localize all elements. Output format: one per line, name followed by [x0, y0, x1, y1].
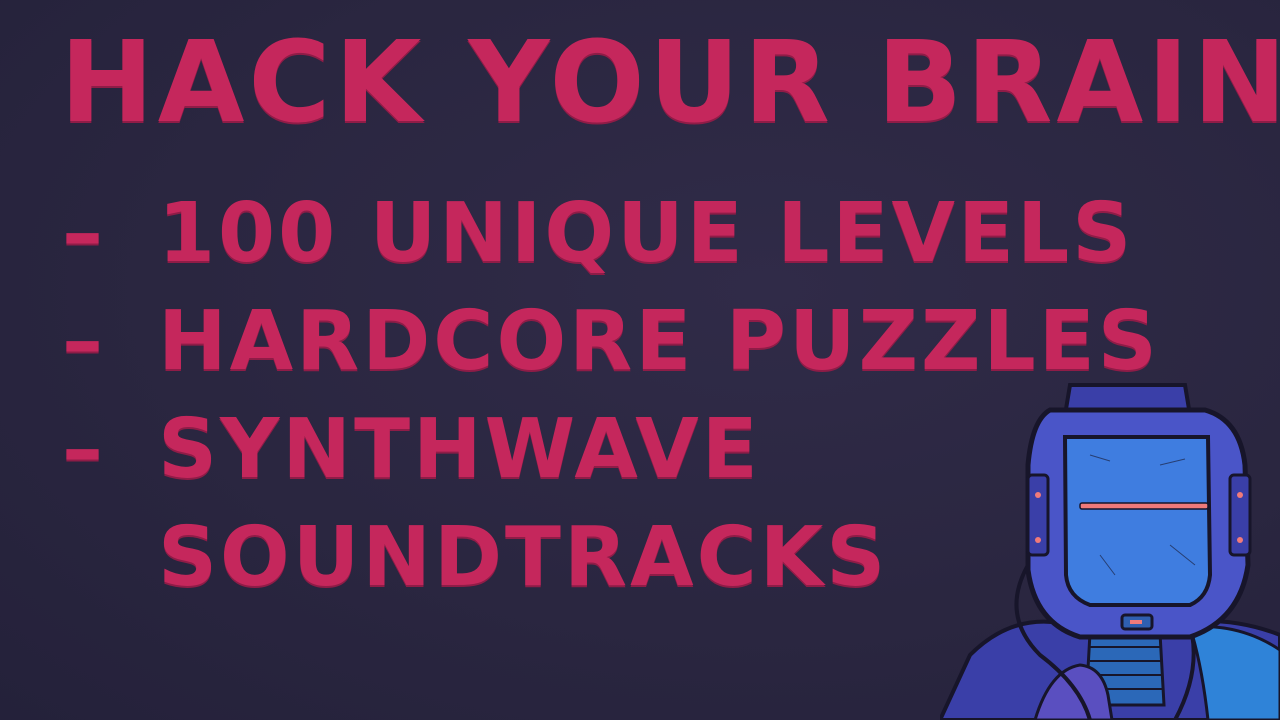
- bullet-dash: –: [62, 402, 106, 497]
- robot-helmet-character-icon: [940, 383, 1280, 720]
- feature-line: 100 UNIQUE LEVELS: [158, 186, 1135, 281]
- bullet-dash: –: [62, 186, 106, 281]
- bullet-dash: –: [62, 294, 106, 389]
- feature-text: SYNTHWAVE SOUNDTRACKS: [158, 396, 888, 612]
- ear-bolt: [1035, 537, 1041, 543]
- visor-shape: [1062, 435, 1213, 607]
- ear-bolt: [1035, 492, 1041, 498]
- feature-line: SYNTHWAVE: [158, 402, 761, 497]
- chin-light: [1130, 620, 1142, 624]
- headline: HACK YOUR BRAIN: [60, 18, 1280, 148]
- feature-text: 100 UNIQUE LEVELS: [158, 180, 1134, 288]
- feature-line: SOUNDTRACKS: [158, 510, 889, 605]
- ear-bolt: [1237, 492, 1243, 498]
- feature-item: – 100 UNIQUE LEVELS: [62, 180, 1160, 288]
- promo-screen: HACK YOUR BRAIN – 100 UNIQUE LEVELS – HA…: [0, 0, 1280, 720]
- ear-bolt: [1237, 537, 1243, 543]
- visor-slit: [1079, 502, 1209, 510]
